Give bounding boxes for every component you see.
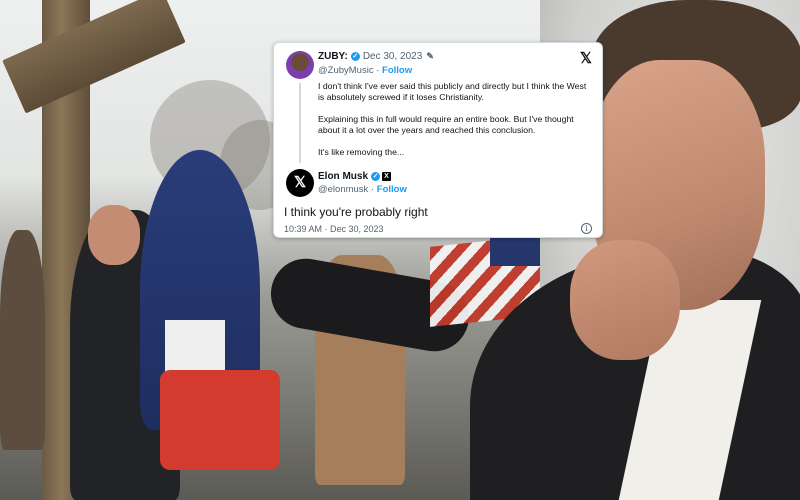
reply-author-handle[interactable]: @elonmusk	[318, 184, 368, 195]
original-tweet-paragraph: It's like removing the...	[318, 147, 405, 157]
original-tweet-text: I don't think I've ever said this public…	[318, 81, 593, 169]
follow-elon-button[interactable]: Follow	[377, 184, 407, 195]
original-tweet-paragraph: Explaining this in full would require an…	[318, 114, 574, 135]
jacket-red-band	[160, 370, 280, 470]
elon-avatar[interactable]: 𝕏	[286, 169, 314, 197]
original-tweet-paragraph: I don't think I've ever said this public…	[318, 81, 587, 102]
reply-timestamp[interactable]: 10:39 AM · Dec 30, 2023	[284, 224, 384, 234]
reply-tweet-text: I think you're probably right	[284, 205, 428, 219]
reply-author-name[interactable]: Elon Musk	[318, 171, 368, 182]
portrait-hand	[570, 240, 680, 360]
tweet-embed-card[interactable]: ZUBY: ✓ Dec 30, 2023 ✎ @ZubyMusic · Follow …	[273, 42, 603, 238]
original-author-name[interactable]: ZUBY:	[318, 51, 348, 62]
verified-badge-icon: ✓	[371, 171, 381, 181]
crowd-person	[0, 230, 45, 450]
original-author-handle[interactable]: @ZubyMusic	[318, 65, 374, 76]
reply-handle-line: @elonmusk · Follow	[318, 184, 407, 195]
original-handle-line: @ZubyMusic · Follow	[318, 65, 413, 76]
verified-badge-icon: ✓	[350, 51, 360, 61]
follow-zuby-button[interactable]: Follow	[382, 65, 412, 76]
original-author-line: ZUBY: ✓ Dec 30, 2023 ✎	[318, 51, 434, 62]
praying-man-head	[88, 205, 140, 265]
info-icon[interactable]: i	[581, 223, 592, 234]
reply-author-line: Elon Musk ✓ X	[318, 171, 392, 182]
x-logo-icon[interactable]: 𝕏	[580, 49, 592, 67]
original-tweet-date[interactable]: Dec 30, 2023	[363, 51, 423, 62]
zuby-avatar[interactable]	[286, 51, 314, 79]
thread-line	[299, 83, 301, 163]
edit-pencil-icon: ✎	[426, 51, 434, 61]
x-affiliate-badge-icon: X	[382, 171, 392, 181]
wooden-cross-beam	[2, 0, 186, 114]
